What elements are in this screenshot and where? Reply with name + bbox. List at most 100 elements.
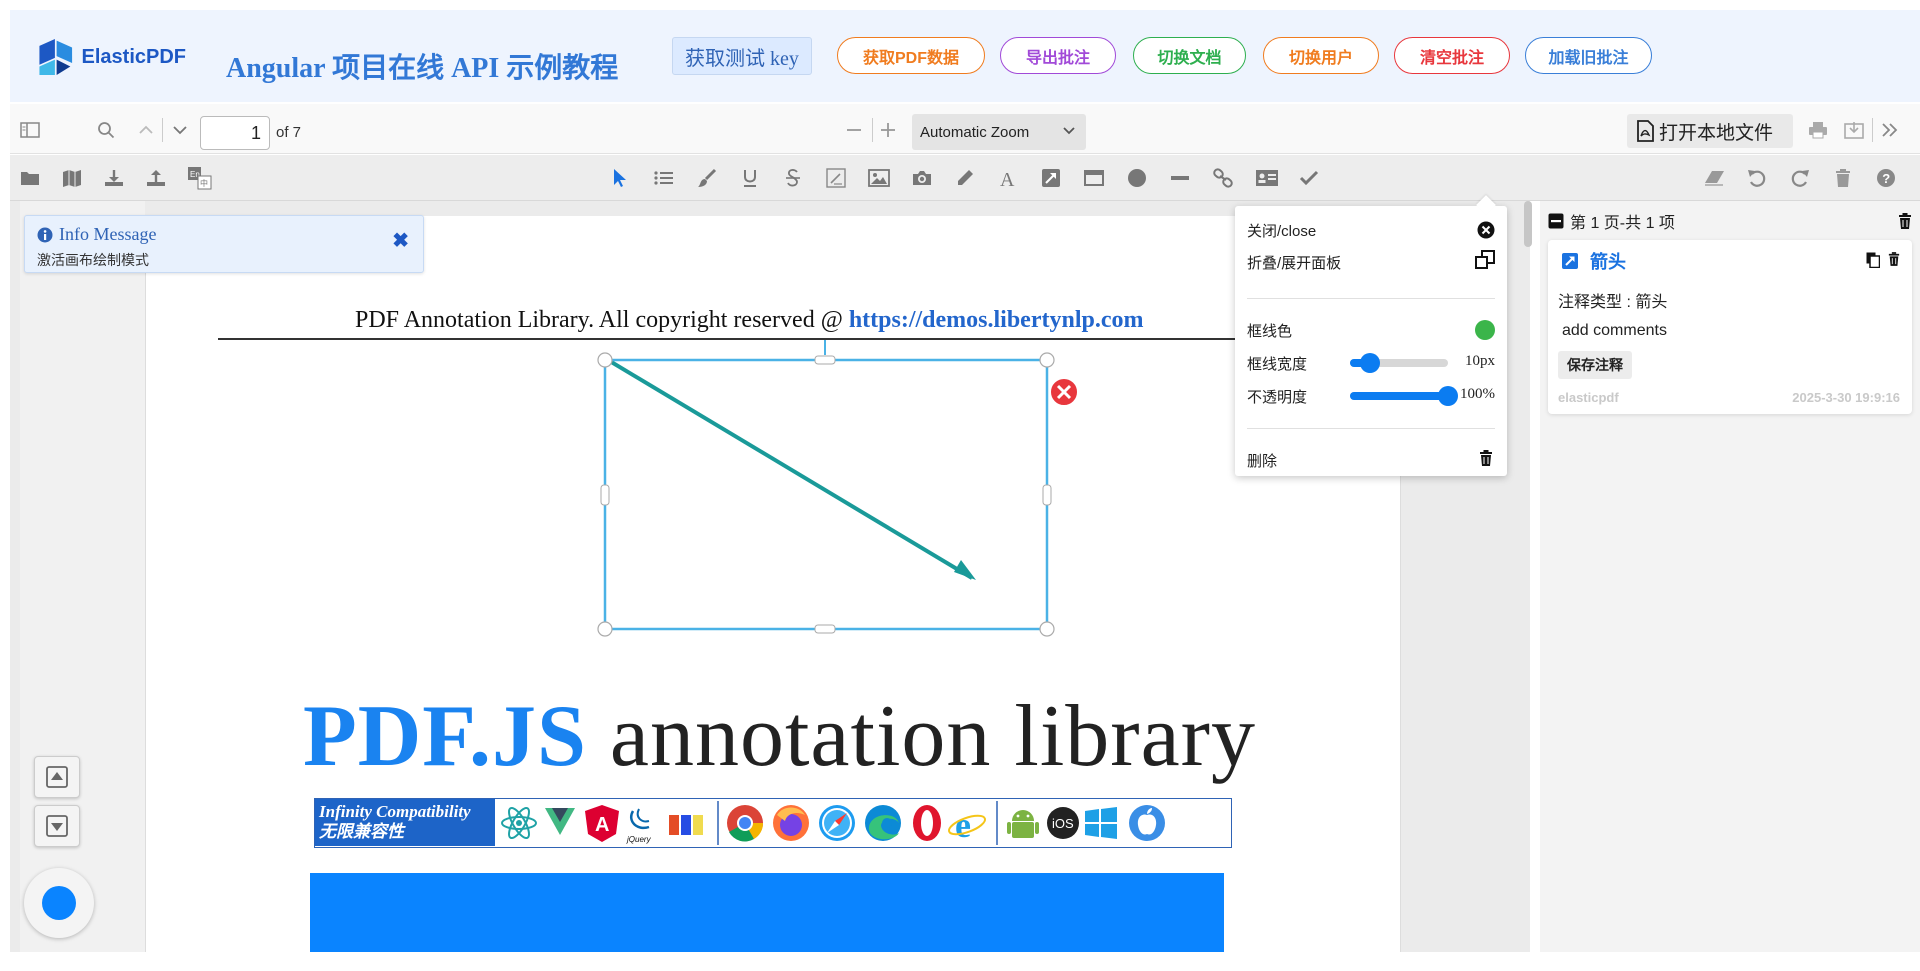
folder-icon[interactable] (18, 166, 42, 190)
border-color-swatch[interactable] (1475, 320, 1495, 340)
pdf-header-text: PDF Annotation Library. All copyright re… (355, 307, 849, 333)
blue-dot-icon (42, 886, 76, 920)
camera-icon[interactable] (910, 166, 934, 190)
annotation-property-popup: 关闭/close 折叠/展开面板 框线色 框线宽度 10px 不透明度 100% (1235, 195, 1507, 476)
zoom-select[interactable]: Automatic Zoom (912, 114, 1086, 150)
zoom-in-icon[interactable] (876, 118, 900, 142)
close-icon[interactable]: ✖ (392, 228, 409, 253)
annotation-type-label: 注释类型 : 箭头 (1558, 294, 1668, 311)
sidebar-toggle-icon[interactable] (18, 118, 42, 142)
pdf-big-title: PDF.JS annotation library (303, 686, 1256, 787)
map-icon[interactable] (60, 166, 84, 190)
search-icon[interactable] (94, 118, 118, 142)
opacity-slider[interactable] (1350, 386, 1458, 406)
popup-fold-label: 折叠/展开面板 (1247, 255, 1342, 272)
link-icon[interactable] (1211, 166, 1235, 190)
resize-handle-top[interactable] (814, 355, 836, 365)
scroll-bottom-button[interactable] (34, 805, 80, 847)
check-icon[interactable] (1297, 166, 1321, 190)
resize-handle-bottom[interactable] (814, 624, 836, 634)
circle-icon[interactable] (1125, 166, 1149, 190)
pdf-file-icon (1637, 120, 1654, 142)
text-icon[interactable]: A (996, 166, 1020, 190)
info-message-title: Info Message (37, 224, 156, 245)
resize-handle-top-right[interactable] (1039, 352, 1055, 368)
info-icon (37, 227, 53, 242)
annotation-toolbar: En 中 A ? (10, 155, 1920, 201)
list-icon[interactable] (652, 166, 676, 190)
border-width-slider[interactable] (1350, 353, 1448, 373)
underline-icon[interactable] (738, 166, 762, 190)
popup-delete-row[interactable]: 删除 (1247, 450, 1495, 471)
resize-handle-top-left[interactable] (597, 352, 613, 368)
ie-icon: e (947, 805, 987, 845)
viewer-scrollbar[interactable] (1524, 201, 1532, 247)
annotation-card[interactable]: 箭头 注释类型 : 箭头 add comments 保存注释 elasticpd… (1548, 240, 1912, 414)
resize-handle-left[interactable] (600, 484, 610, 506)
open-local-file-button[interactable]: 打开本地文件 (1627, 114, 1793, 148)
previous-page-icon[interactable] (134, 118, 158, 142)
translate-icon[interactable]: En 中 (186, 165, 214, 191)
get-test-key-button[interactable]: 获取测试 key (672, 37, 812, 75)
android-icon (1007, 810, 1039, 838)
image-icon[interactable] (867, 166, 891, 190)
popup-delete-label: 删除 (1247, 453, 1278, 470)
upload-tray-icon[interactable] (144, 166, 168, 190)
scroll-up-icon (46, 766, 68, 788)
undo-icon[interactable] (1745, 166, 1769, 190)
pdf-header-link[interactable]: https://demos.libertynlp.com (849, 307, 1144, 333)
arrow-tool-icon[interactable] (1039, 166, 1063, 190)
double-chevron-right-icon[interactable] (1878, 118, 1902, 142)
eraser-icon[interactable] (1702, 166, 1726, 190)
copy-icon[interactable] (1866, 252, 1880, 268)
download-icon[interactable] (1842, 118, 1866, 142)
expand-panel-icon[interactable] (1475, 250, 1495, 270)
collapse-icon[interactable] (1548, 213, 1564, 229)
switch-document-button[interactable]: 切换文档 (1133, 37, 1246, 74)
logo-text: ElasticPDF (81, 45, 186, 68)
download-tray-icon[interactable] (102, 166, 126, 190)
popup-close-row[interactable]: 关闭/close (1247, 220, 1495, 241)
next-page-icon[interactable] (168, 118, 192, 142)
strikethrough-icon[interactable] (781, 166, 805, 190)
slider-fill (1350, 392, 1448, 400)
resize-handle-right[interactable] (1042, 484, 1052, 506)
brush-icon[interactable] (695, 166, 719, 190)
trash-icon[interactable] (1479, 450, 1493, 466)
help-icon[interactable]: ? (1874, 166, 1898, 190)
load-old-annotations-button[interactable]: 加载旧批注 (1525, 37, 1652, 74)
switch-user-button[interactable]: 切换用户 (1263, 37, 1379, 74)
trash-icon[interactable] (1831, 166, 1855, 190)
divider (1872, 118, 1873, 142)
select-cursor-icon[interactable] (608, 166, 632, 190)
pdf-blue-banner (310, 873, 1224, 952)
comment-input[interactable]: add comments (1562, 322, 1667, 340)
pencil-icon[interactable] (953, 166, 977, 190)
trash-icon[interactable] (1888, 252, 1900, 266)
get-pdf-data-button[interactable]: 获取PDF数据 (837, 37, 985, 74)
rectangle-icon[interactable] (1082, 166, 1106, 190)
arrow-annotation[interactable] (590, 340, 1100, 690)
id-card-icon[interactable] (1254, 166, 1280, 190)
resize-handle-bottom-right[interactable] (1039, 621, 1055, 637)
slider-knob[interactable] (1438, 386, 1458, 406)
zoom-value: Automatic Zoom (920, 123, 1030, 141)
page-number-input[interactable] (200, 116, 270, 150)
print-icon[interactable] (1806, 118, 1830, 142)
redo-icon[interactable] (1788, 166, 1812, 190)
popup-fold-row[interactable]: 折叠/展开面板 (1247, 250, 1495, 273)
delete-annotation-icon[interactable] (1049, 377, 1079, 407)
clear-annotations-button[interactable]: 清空批注 (1394, 37, 1510, 74)
close-circle-icon[interactable] (1477, 221, 1495, 239)
scroll-top-button[interactable] (34, 756, 80, 798)
edit-box-icon[interactable] (824, 166, 848, 190)
line-icon[interactable] (1168, 166, 1192, 190)
zoom-out-icon[interactable] (842, 118, 866, 142)
floating-action-button[interactable] (24, 868, 94, 938)
export-annotations-button[interactable]: 导出批注 (1000, 37, 1116, 74)
resize-handle-bottom-left[interactable] (597, 621, 613, 637)
trash-icon[interactable] (1898, 213, 1912, 229)
chevron-down-icon (1062, 123, 1076, 140)
save-annotation-button[interactable]: 保存注释 (1558, 351, 1632, 379)
slider-knob[interactable] (1359, 353, 1380, 373)
